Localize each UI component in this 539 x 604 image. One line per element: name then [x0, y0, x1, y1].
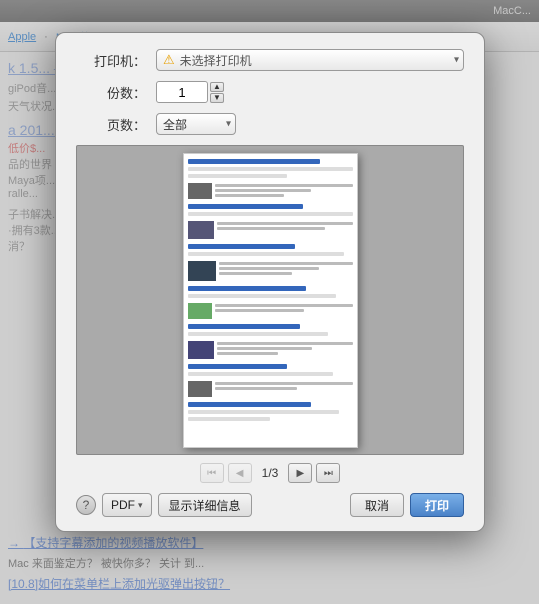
- printer-select[interactable]: ⚠ 未选择打印机 ▾: [156, 49, 464, 71]
- pages-label: 页数：: [76, 115, 146, 134]
- next-page-button[interactable]: ▶: [288, 463, 312, 483]
- cancel-label: 取消: [365, 497, 389, 514]
- help-button[interactable]: ?: [76, 495, 96, 515]
- pdf-button[interactable]: PDF ▾: [102, 493, 152, 517]
- details-label: 显示详细信息: [169, 497, 241, 514]
- pages-select[interactable]: 全部 ▾: [156, 113, 236, 135]
- print-button[interactable]: 打印: [410, 493, 464, 517]
- pdf-label: PDF: [111, 498, 135, 512]
- page-controls: ⏮ ◀ 1/3 ▶ ⏭: [76, 463, 464, 483]
- printer-dropdown-arrow: ▾: [454, 55, 459, 66]
- copies-row: 份数： ▲ ▼: [76, 81, 464, 103]
- preview-content: [184, 154, 357, 447]
- pages-value: 全部: [163, 116, 229, 133]
- preview-page: [183, 153, 358, 448]
- bottom-button-row: ? PDF ▾ 显示详细信息 取消 打印: [76, 493, 464, 517]
- print-label: 打印: [425, 497, 449, 514]
- pages-row: 页数： 全部 ▾: [76, 113, 464, 135]
- prev-page-button[interactable]: ◀: [228, 463, 252, 483]
- copies-decrement[interactable]: ▼: [210, 93, 224, 103]
- printer-label: 打印机：: [76, 51, 146, 70]
- printer-row: 打印机： ⚠ 未选择打印机 ▾: [76, 49, 464, 71]
- copies-input[interactable]: [156, 81, 208, 103]
- first-page-button[interactable]: ⏮: [200, 463, 224, 483]
- copies-label: 份数：: [76, 83, 146, 102]
- warning-icon: ⚠: [163, 52, 175, 68]
- cancel-button[interactable]: 取消: [350, 493, 404, 517]
- details-button[interactable]: 显示详细信息: [158, 493, 252, 517]
- print-dialog: 打印机： ⚠ 未选择打印机 ▾ 份数： ▲ ▼ 页数： 全部 ▾: [55, 32, 485, 532]
- page-indicator: 1/3: [256, 466, 285, 480]
- printer-value: 未选择打印机: [180, 52, 457, 69]
- last-page-button[interactable]: ⏭: [316, 463, 340, 483]
- pdf-dropdown-arrow-icon: ▾: [138, 500, 143, 511]
- pages-dropdown-arrow: ▾: [226, 119, 231, 130]
- print-preview: [76, 145, 464, 455]
- copies-increment[interactable]: ▲: [210, 82, 224, 92]
- copies-stepper: ▲ ▼: [210, 82, 224, 103]
